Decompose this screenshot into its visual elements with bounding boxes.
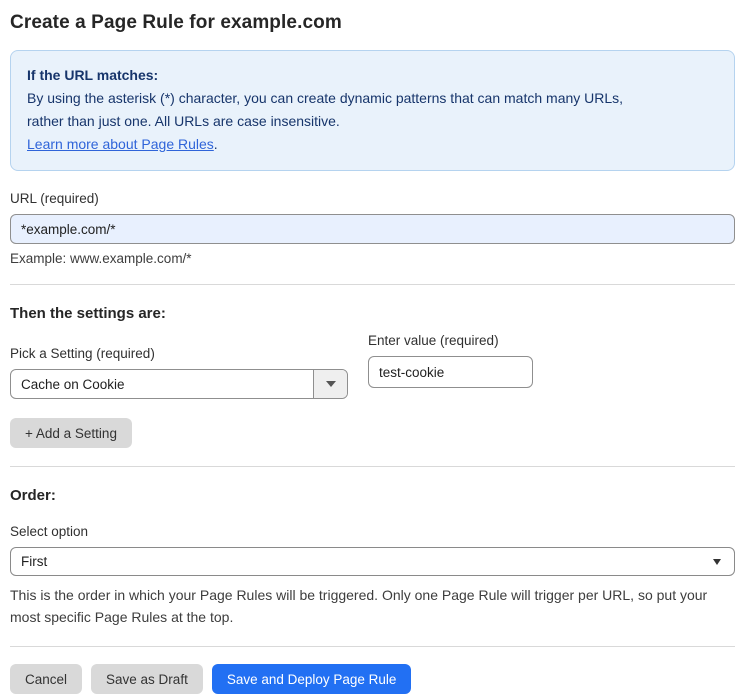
divider-after-url <box>10 284 735 285</box>
url-example-text: Example: www.example.com/* <box>10 251 192 266</box>
setting-select-value: Cache on Cookie <box>21 376 125 392</box>
order-select-value: First <box>21 554 48 569</box>
order-select[interactable]: First <box>10 547 735 576</box>
save-as-draft-button[interactable]: Save as Draft <box>91 664 203 694</box>
info-box-link-line: Learn more about Page Rules. <box>27 133 718 156</box>
page-title: Create a Page Rule for example.com <box>10 12 342 33</box>
setting-picker-label: Pick a Setting (required) <box>10 346 155 361</box>
learn-more-link[interactable]: Learn more about Page Rules <box>27 136 214 152</box>
chevron-down-icon <box>713 558 721 565</box>
setting-value-column: Enter value (required) <box>368 326 533 399</box>
info-box-body-line2: rather than just one. All URLs are case … <box>27 113 340 129</box>
url-input[interactable] <box>10 214 735 244</box>
info-box-heading: If the URL matches: <box>27 67 159 83</box>
chevron-down-icon <box>325 381 336 387</box>
setting-value-input[interactable] <box>368 356 533 388</box>
setting-value-label: Enter value (required) <box>368 333 499 348</box>
save-and-deploy-button[interactable]: Save and Deploy Page Rule <box>211 664 412 694</box>
setting-select[interactable]: Cache on Cookie <box>10 369 348 399</box>
settings-row: Pick a Setting (required) Cache on Cooki… <box>10 326 735 399</box>
order-section-heading: Order: <box>10 487 56 504</box>
link-period: . <box>213 136 218 152</box>
footer-buttons: Cancel Save as Draft Save and Deploy Pag… <box>10 664 735 694</box>
order-help-line2: most specific Page Rules at the top. <box>10 609 234 625</box>
divider-before-footer <box>10 646 735 647</box>
cancel-button[interactable]: Cancel <box>10 664 83 694</box>
order-select-label: Select option <box>10 524 89 539</box>
settings-section-heading: Then the settings are: <box>10 305 166 322</box>
url-field-label: URL (required) <box>10 191 99 206</box>
page-rule-form: Create a Page Rule for example.com If th… <box>0 0 750 694</box>
setting-picker-column: Pick a Setting (required) Cache on Cooki… <box>10 326 348 399</box>
add-setting-button[interactable]: + Add a Setting <box>10 418 132 448</box>
divider-after-settings <box>10 466 735 467</box>
url-match-info-box: If the URL matches: By using the asteris… <box>10 50 735 171</box>
info-box-body-line1: By using the asterisk (*) character, you… <box>27 90 624 106</box>
setting-select-arrow-box <box>313 370 347 398</box>
order-help-line1: This is the order in which your Page Rul… <box>10 587 708 603</box>
order-help-text: This is the order in which your Page Rul… <box>10 584 735 628</box>
